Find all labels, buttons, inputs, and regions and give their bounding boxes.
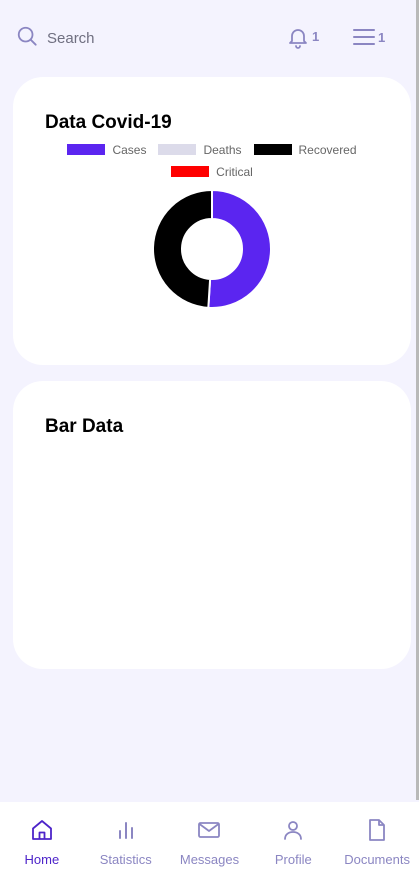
nav-label-statistics: Statistics (99, 852, 152, 867)
nav-item-messages[interactable]: Messages (168, 802, 252, 873)
nav-item-home[interactable]: Home (0, 802, 84, 873)
search-icon[interactable] (16, 25, 38, 52)
bar-data-card: Bar Data (13, 381, 411, 669)
menu-count: 1 (378, 30, 386, 45)
legend-item-cases[interactable]: Cases (67, 143, 146, 157)
document-icon[interactable] (365, 818, 389, 847)
legend-row: Cases Deaths Recovered (13, 142, 411, 157)
nav-label-home: Home (24, 852, 60, 867)
menu-button[interactable]: 1 (352, 26, 385, 53)
top-bar: 1 1 (0, 0, 419, 72)
bottom-navigation: Home Statistics Messages Profile Documen… (0, 802, 419, 873)
user-icon[interactable] (281, 818, 305, 847)
nav-item-statistics[interactable]: Statistics (84, 802, 168, 873)
chart-legend: Cases Deaths Recovered Critical (13, 143, 411, 187)
legend-item-critical[interactable]: Critical (171, 165, 253, 179)
search-box[interactable] (16, 25, 197, 52)
notifications-button[interactable]: 1 (286, 25, 319, 54)
covid-card-title: Data Covid-19 (45, 112, 172, 133)
legend-label: Deaths (203, 142, 242, 157)
legend-label: Critical (216, 164, 253, 179)
donut-slice-recovered[interactable] (152, 189, 213, 309)
legend-swatch (171, 166, 210, 177)
legend-item-deaths[interactable]: Deaths (158, 142, 242, 157)
covid-data-card: Data Covid-19 Cases Deaths Recovered Criti… (13, 77, 411, 365)
legend-swatch (67, 144, 106, 155)
nav-label-messages: Messages (179, 852, 240, 867)
mail-icon[interactable] (197, 818, 221, 847)
home-icon[interactable] (30, 818, 54, 847)
legend-item-recovered[interactable]: Recovered (253, 142, 357, 157)
bell-icon[interactable] (286, 25, 310, 54)
legend-swatch (253, 144, 292, 155)
nav-label-documents: Documents (344, 852, 410, 867)
notification-count: 1 (312, 29, 320, 44)
legend-swatch (158, 144, 197, 155)
nav-item-documents[interactable]: Documents (335, 802, 419, 873)
covid-donut-chart (152, 189, 272, 309)
search-input[interactable] (47, 30, 197, 47)
donut-chart-svg (152, 189, 272, 309)
bar-card-title: Bar Data (45, 416, 124, 437)
donut-slice-cases[interactable] (207, 189, 272, 309)
bar-chart-icon[interactable] (114, 818, 138, 847)
legend-label: Recovered (298, 142, 357, 157)
hamburger-menu-icon[interactable] (352, 26, 376, 53)
nav-item-profile[interactable]: Profile (251, 802, 335, 873)
nav-label-profile: Profile (274, 852, 312, 867)
legend-row: Critical (13, 165, 411, 179)
legend-label: Cases (112, 142, 147, 157)
